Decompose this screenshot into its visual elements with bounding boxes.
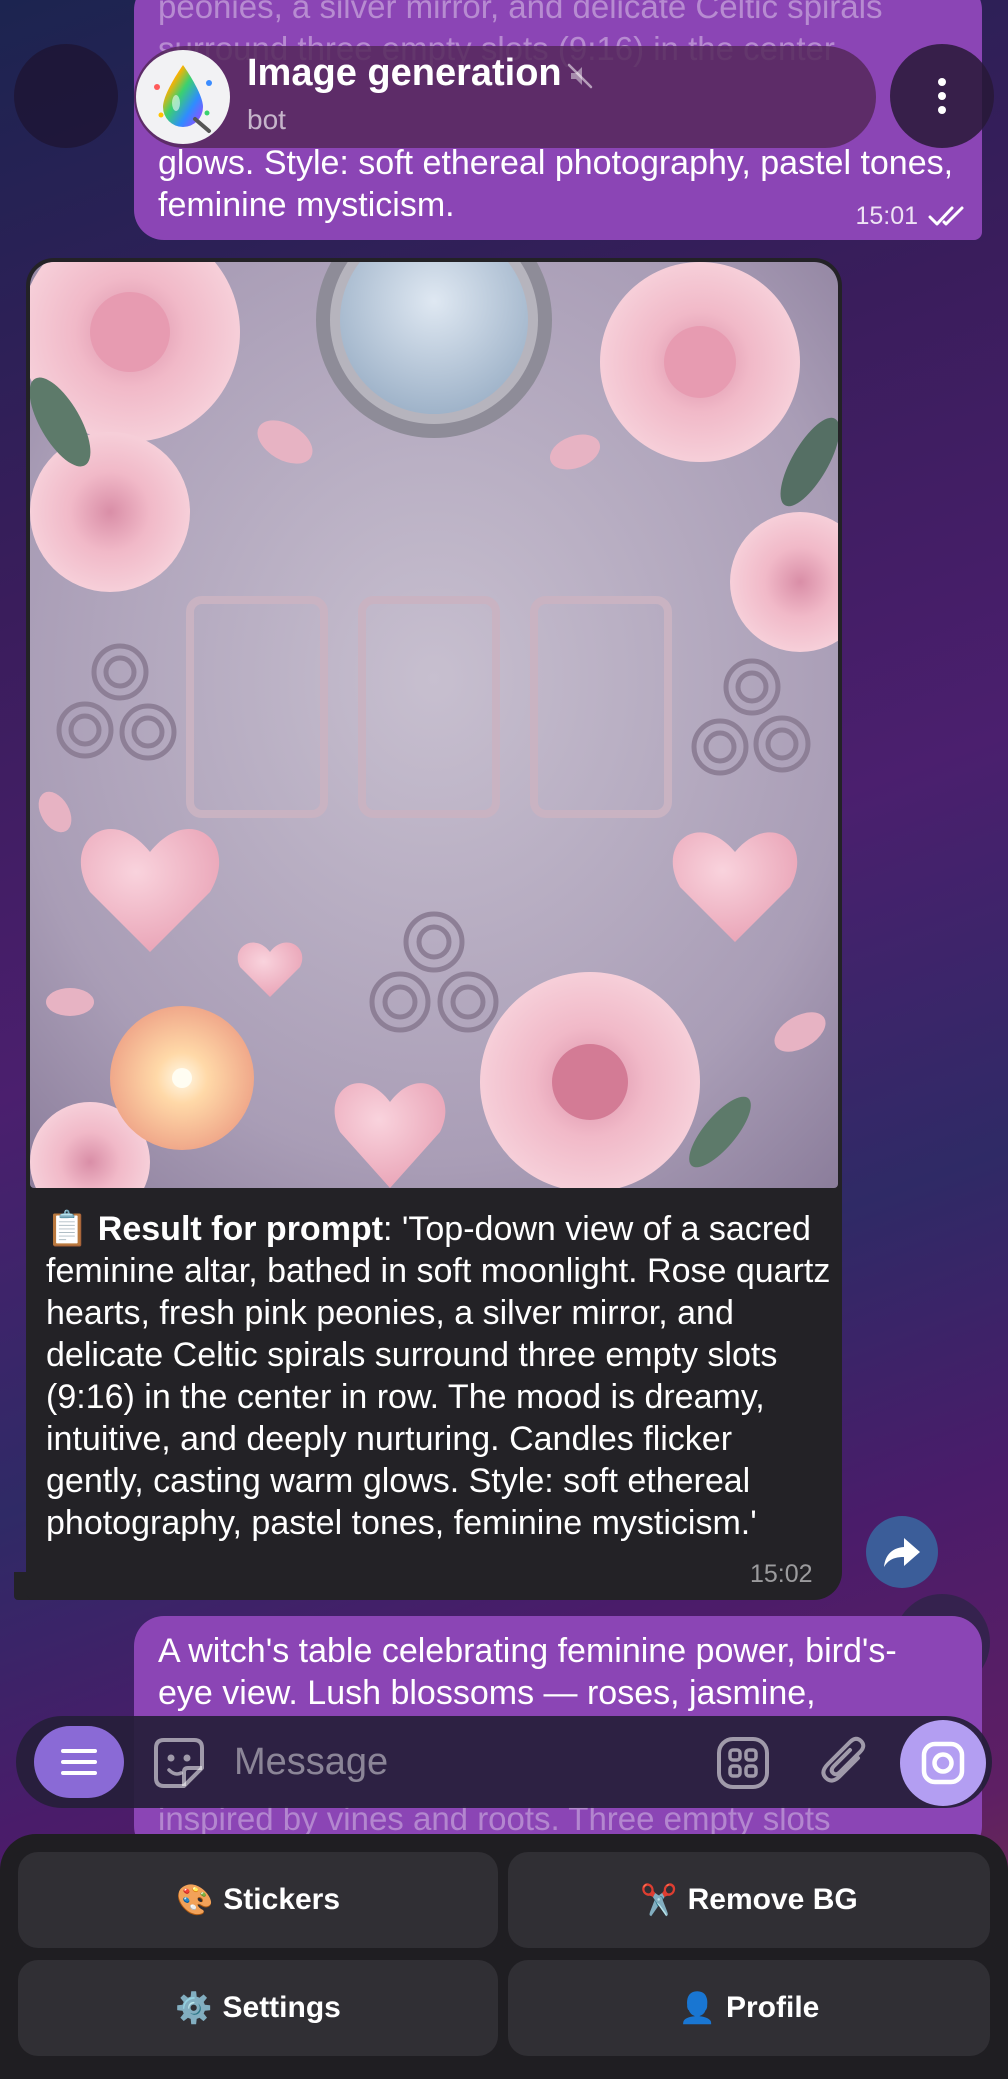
outgoing-message-text: glows. Style: soft ethereal photography,… xyxy=(158,144,954,224)
profile-button[interactable]: 👤 Profile xyxy=(508,1960,990,2056)
emoji-sticker-icon[interactable] xyxy=(150,1734,208,1792)
clipboard-icon: 📋 xyxy=(46,1210,89,1248)
back-button[interactable] xyxy=(14,44,118,148)
gear-icon: ⚙️ xyxy=(175,1991,213,2025)
camera-icon xyxy=(921,1741,965,1785)
palette-icon: 🎨 xyxy=(175,1883,214,1917)
settings-button[interactable]: ⚙️ Settings xyxy=(18,1960,498,2056)
bot-avatar[interactable] xyxy=(136,50,230,144)
caption-prompt-text: : 'Top-down view of a sacred feminine al… xyxy=(46,1210,831,1542)
rainbow-drop-icon xyxy=(154,65,212,133)
message-time: 15:01 xyxy=(855,202,918,230)
remove-bg-button[interactable]: ✂️ Remove BG xyxy=(508,1852,990,1948)
button-label: Settings xyxy=(222,1991,341,2024)
bot-menu-button[interactable] xyxy=(34,1726,124,1798)
button-label: Profile xyxy=(726,1991,820,2024)
stickers-button[interactable]: 🎨 Stickers xyxy=(18,1852,498,1948)
altar-image xyxy=(30,262,838,1188)
vertical-dots-icon xyxy=(938,78,946,114)
double-check-icon xyxy=(928,206,964,226)
muted-icon xyxy=(567,63,593,89)
user-icon: 👤 xyxy=(678,1991,716,2025)
paperclip-icon[interactable] xyxy=(818,1734,870,1790)
result-caption: 📋 Result for prompt: 'Top-down view of a… xyxy=(46,1208,836,1544)
share-arrow-icon xyxy=(884,1538,920,1567)
chat-subtitle: bot xyxy=(247,104,286,135)
message-input[interactable] xyxy=(232,1728,676,1796)
generated-image[interactable] xyxy=(30,262,838,1188)
caption-bold-label: Result for prompt xyxy=(97,1210,384,1248)
scissors-icon: ✂️ xyxy=(640,1883,678,1917)
chat-title: Image generation xyxy=(247,52,562,94)
more-options-button[interactable] xyxy=(890,44,994,148)
forward-button[interactable] xyxy=(866,1516,938,1588)
camera-button[interactable] xyxy=(900,1720,986,1806)
button-label: Remove BG xyxy=(687,1883,858,1916)
outgoing-message-text: A witch's table celebrating feminine pow… xyxy=(158,1632,897,1712)
grid-apps-icon[interactable] xyxy=(716,1736,770,1790)
button-label: Stickers xyxy=(223,1883,341,1916)
menu-icon xyxy=(61,1749,97,1775)
message-time: 15:02 xyxy=(750,1560,813,1588)
